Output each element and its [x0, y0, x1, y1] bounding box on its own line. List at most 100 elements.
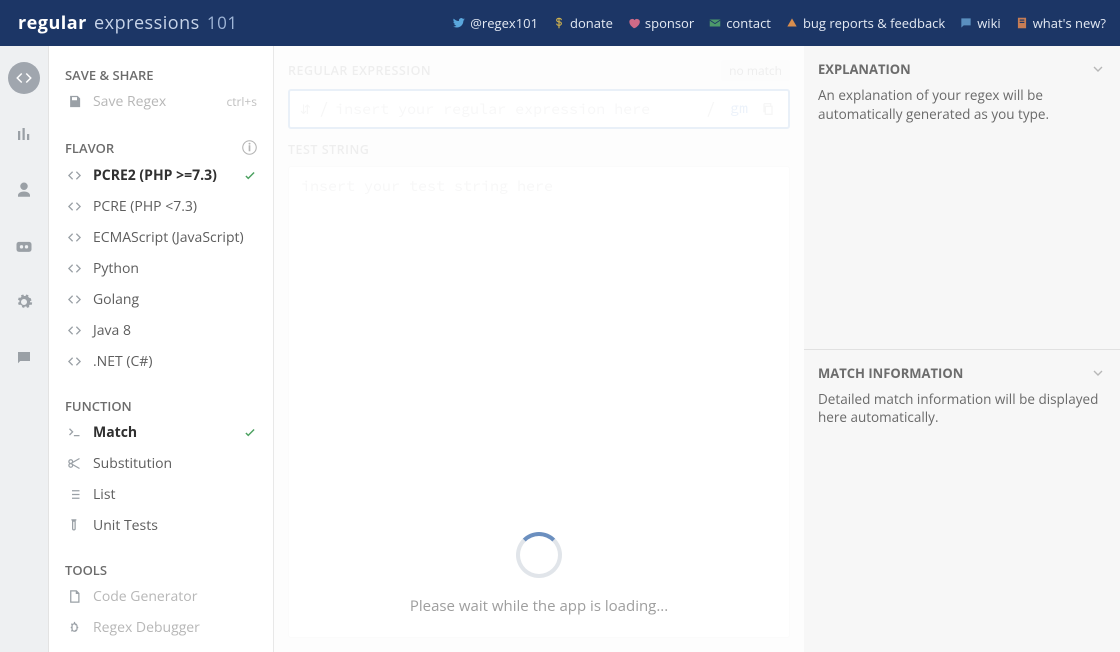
flavor-label: PCRE2 (PHP >=7.3)	[93, 166, 217, 185]
flavor-item[interactable]: PCRE2 (PHP >=7.3)	[49, 160, 273, 191]
logo-part-3: 101	[207, 11, 238, 34]
nav-label: what's new?	[1033, 14, 1106, 32]
match-info-box: MATCH INFORMATION Detailed match informa…	[804, 349, 1120, 652]
doc-icon	[1015, 16, 1029, 30]
section-title: FLAVOR	[65, 139, 114, 157]
function-item[interactable]: Match	[49, 417, 273, 448]
section-title: SAVE & SHARE	[65, 66, 154, 84]
logo-part-2: expressions	[94, 11, 200, 35]
regex-delim-close: /	[700, 97, 722, 121]
rail-chat[interactable]	[8, 342, 40, 374]
test-string-placeholder: insert your test string here	[301, 177, 553, 196]
flavor-item[interactable]: Golang	[49, 284, 273, 315]
test-string-input[interactable]: insert your test string here	[288, 166, 790, 638]
page-icon	[65, 589, 83, 604]
function-item[interactable]: List	[49, 479, 273, 510]
right-panel: EXPLANATION An explanation of your regex…	[804, 46, 1120, 652]
save-regex-button[interactable]: Save Regex ctrl+s	[49, 86, 273, 117]
collapse-match-icon[interactable]	[1090, 365, 1106, 381]
tool-item[interactable]: Code Generator	[49, 581, 273, 612]
center-panel: REGULAR EXPRESSION no match ⇵ / / gm TES…	[274, 46, 804, 652]
logo-part-1: regular	[18, 11, 87, 35]
explanation-header: EXPLANATION	[818, 60, 911, 78]
flavor-help-icon[interactable]: ⓘ	[242, 137, 257, 158]
function-item[interactable]: Substitution	[49, 448, 273, 479]
match-info-header: MATCH INFORMATION	[818, 364, 963, 382]
regex-input-box: ⇵ / / gm	[288, 89, 790, 129]
section-title: FUNCTION	[65, 397, 132, 415]
code-icon	[65, 230, 83, 245]
site-logo[interactable]: regular expressions 101	[18, 11, 238, 35]
regex-input[interactable]	[335, 91, 700, 127]
regex-header-row: REGULAR EXPRESSION no match	[274, 46, 804, 89]
flavor-label: Java 8	[93, 321, 131, 340]
tool-label: Code Generator	[93, 587, 197, 606]
mail-icon	[708, 16, 722, 30]
heart-icon	[627, 16, 641, 30]
rail-settings[interactable]	[8, 286, 40, 318]
function-label: Match	[93, 423, 137, 442]
nav-wiki[interactable]: wiki	[957, 10, 1002, 36]
match-status-badge: no match	[721, 60, 790, 81]
copy-regex-icon[interactable]	[756, 101, 780, 117]
code-icon	[65, 323, 83, 338]
chat-icon	[959, 16, 973, 30]
bug-icon	[65, 620, 83, 635]
test-string-header: TEST STRING	[274, 139, 804, 166]
section-tools: TOOLS	[49, 555, 273, 581]
topnav: @regex101 donate sponsor contact bug rep…	[450, 10, 1108, 36]
flavor-label: ECMAScript (JavaScript)	[93, 228, 244, 247]
explanation-box: EXPLANATION An explanation of your regex…	[804, 46, 1120, 349]
section-flavor: FLAVOR ⓘ	[49, 131, 273, 160]
rail-account[interactable]	[8, 174, 40, 206]
nav-sponsor[interactable]: sponsor	[625, 10, 696, 36]
collapse-explanation-icon[interactable]	[1090, 61, 1106, 77]
delimiter-switcher[interactable]: ⇵	[296, 100, 313, 118]
code-icon	[65, 261, 83, 276]
rail-quiz[interactable]	[8, 230, 40, 262]
nav-donate[interactable]: donate	[550, 10, 615, 36]
dollar-icon	[552, 16, 566, 30]
flavor-label: Golang	[93, 290, 139, 309]
left-rail	[0, 46, 49, 652]
scissors-icon	[65, 456, 83, 471]
flavor-item[interactable]: ECMAScript (JavaScript)	[49, 222, 273, 253]
save-icon	[65, 94, 83, 109]
check-icon	[243, 169, 257, 183]
explanation-body: An explanation of your regex will be aut…	[804, 86, 1120, 138]
section-title: TOOLS	[65, 561, 107, 579]
regex-header: REGULAR EXPRESSION	[288, 62, 431, 79]
rail-regex-editor[interactable]	[8, 62, 40, 94]
tool-label: Regex Debugger	[93, 618, 200, 637]
flag-icon	[785, 16, 799, 30]
tool-item[interactable]: Regex Debugger	[49, 612, 273, 643]
regex-flags[interactable]: gm	[722, 99, 756, 120]
rail-library[interactable]	[8, 118, 40, 150]
nav-twitter[interactable]: @regex101	[450, 10, 540, 36]
flavor-item[interactable]: .NET (C#)	[49, 346, 273, 377]
nav-contact[interactable]: contact	[706, 10, 773, 36]
flavor-label: PCRE (PHP <7.3)	[93, 197, 197, 216]
nav-label: @regex101	[470, 14, 538, 32]
function-item[interactable]: Unit Tests	[49, 510, 273, 541]
flavor-item[interactable]: PCRE (PHP <7.3)	[49, 191, 273, 222]
flavor-label: Python	[93, 259, 139, 278]
code-icon	[65, 199, 83, 214]
nav-bugs[interactable]: bug reports & feedback	[783, 10, 947, 36]
regex-delim-open: /	[313, 97, 335, 121]
function-label: List	[93, 485, 116, 504]
nav-whatsnew[interactable]: what's new?	[1013, 10, 1108, 36]
flavor-item[interactable]: Python	[49, 253, 273, 284]
save-regex-label: Save Regex	[93, 92, 166, 111]
left-panel: SAVE & SHARE Save Regex ctrl+s FLAVOR ⓘ …	[49, 46, 274, 652]
function-label: Substitution	[93, 454, 172, 473]
flavor-item[interactable]: Java 8	[49, 315, 273, 346]
nav-label: bug reports & feedback	[803, 14, 945, 32]
nav-label: wiki	[977, 14, 1000, 32]
match-info-body: Detailed match information will be displ…	[804, 390, 1120, 442]
function-label: Unit Tests	[93, 516, 158, 535]
terminal-icon	[65, 425, 83, 440]
section-save-share: SAVE & SHARE	[49, 60, 273, 86]
vial-icon	[65, 518, 83, 533]
code-icon	[65, 354, 83, 369]
